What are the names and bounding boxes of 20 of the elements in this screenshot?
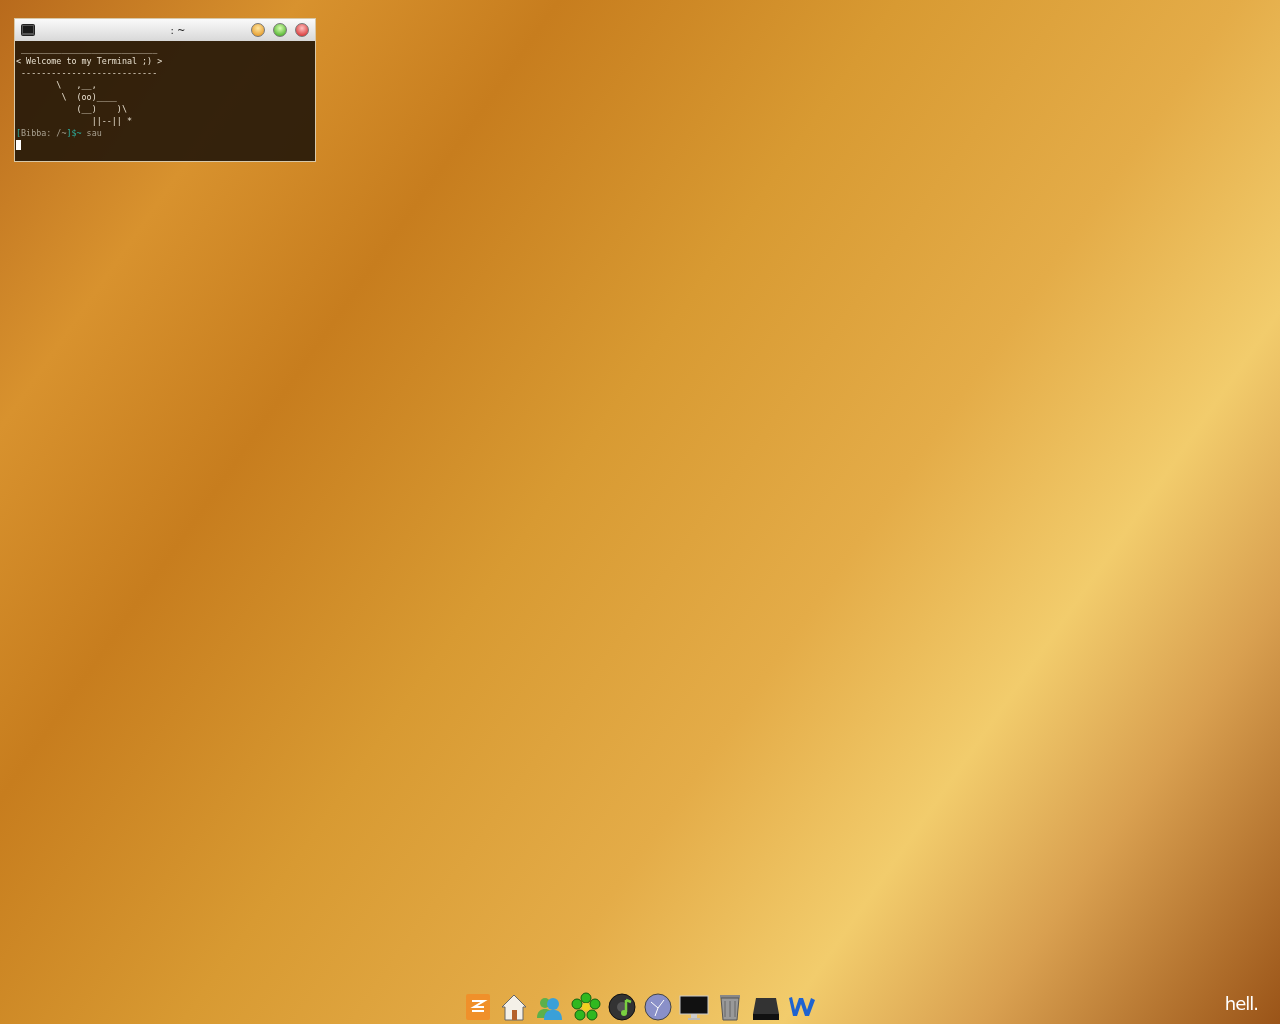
terminal-prompt-line: [Bibba: /~]$~ sau (16, 127, 103, 139)
minimize-button[interactable] (251, 23, 265, 37)
terminal-output-line: --------------------------- (20, 67, 159, 79)
terminal-output-line: \ (oo)____ (60, 91, 118, 103)
flower-icon[interactable] (571, 992, 601, 1022)
window-title: : ~ (169, 24, 186, 36)
globe-icon[interactable] (643, 992, 673, 1022)
terminal-output-line: \ ,__, (55, 79, 98, 91)
terminal-output-line: < Welcome to my Terminal ;) > (16, 55, 164, 67)
terminal-icon (21, 24, 35, 36)
close-button[interactable] (295, 23, 309, 37)
terminal-output-line: ||--|| * (90, 115, 133, 127)
music-icon[interactable] (607, 992, 637, 1022)
home-icon[interactable] (499, 992, 529, 1022)
terminal-output-line: (__) )\ (75, 103, 128, 115)
text-cursor (16, 140, 21, 150)
maximize-button[interactable] (273, 23, 287, 37)
desktop-logo: hell. (1224, 993, 1258, 1014)
monitor-icon[interactable] (679, 992, 709, 1022)
terminal-output-line: ___________________________ (20, 43, 159, 55)
